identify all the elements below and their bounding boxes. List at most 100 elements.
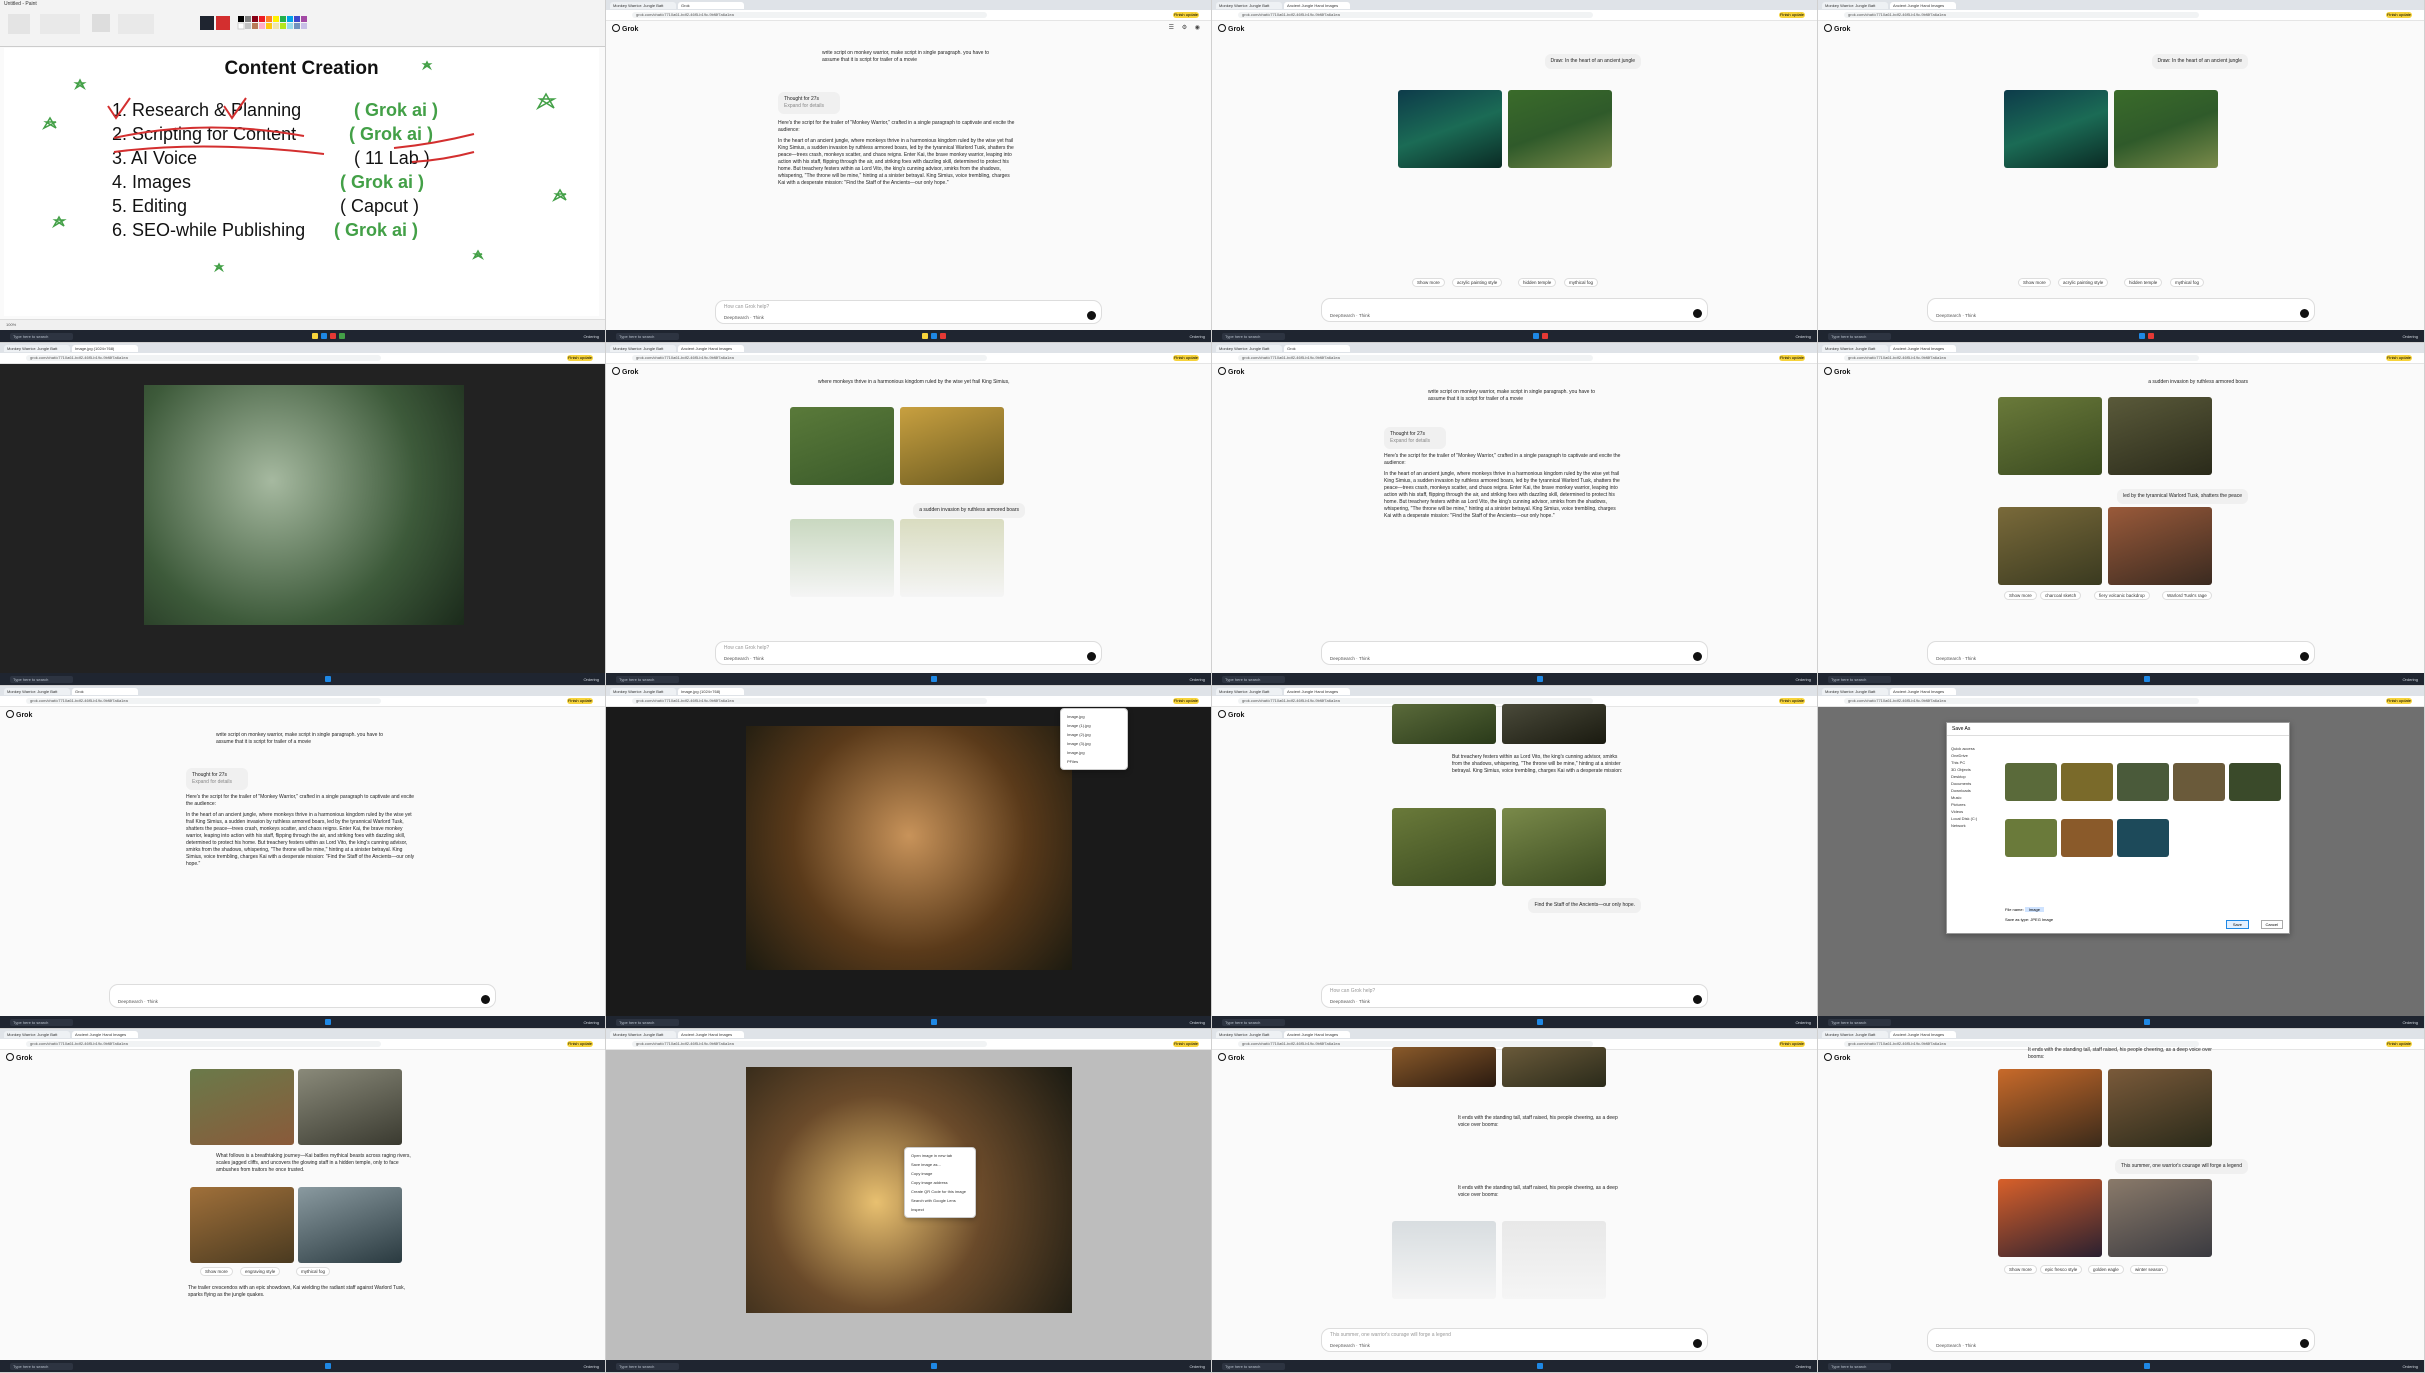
taskbar-apps[interactable]	[325, 1363, 332, 1369]
header-icons[interactable]: ☰ ⚙ ◉	[1169, 24, 1203, 31]
finish-update-button[interactable]: Finish update	[1779, 1041, 1805, 1047]
tab-jungle-images[interactable]: Ancient Jungle Hand Images	[1890, 1, 1956, 9]
edge-icon[interactable]	[2143, 1019, 2150, 1025]
tab-monkey-warrior[interactable]: Monkey Warrior: Jungle Batt	[610, 687, 676, 695]
taskbar-apps[interactable]	[2143, 1363, 2150, 1369]
taskbar-search-input[interactable]: Type here to search	[1828, 1018, 1891, 1026]
chat-input[interactable]: This summer, one warrior's courage will …	[1320, 1328, 1709, 1352]
tab-jungle-images[interactable]: Ancient Jungle Hand Images	[1890, 687, 1956, 695]
suggestion-chip[interactable]: Show more	[2004, 591, 2037, 600]
chat-input[interactable]: How can Grok help? DeepSearch · Think	[714, 300, 1103, 324]
url-input[interactable]: grok.com/chat/c7710a61-bdf2-46f5-b19c-9b…	[26, 355, 381, 361]
taskbar-apps[interactable]	[325, 676, 332, 682]
chat-input[interactable]: How can Grok help? DeepSearch · Think	[714, 641, 1103, 665]
chrome-icon[interactable]	[1541, 333, 1548, 339]
taskbar-search-input[interactable]: Type here to search	[10, 1362, 73, 1370]
generated-image[interactable]	[298, 1069, 402, 1145]
url-input[interactable]: grok.com/chat/c7710a61-bdf2-46f5-b19c-9b…	[1844, 355, 2200, 361]
generated-image[interactable]	[1998, 1179, 2102, 1257]
downloads-menu[interactable]: Image.jpg Image (1).jpg Image (2).jpg Im…	[1060, 708, 1128, 770]
generated-image[interactable]	[1508, 90, 1612, 168]
chrome-icon[interactable]	[940, 333, 947, 339]
generated-image[interactable]	[2114, 90, 2218, 168]
grok-brand[interactable]: Grok	[1824, 367, 1850, 376]
taskbar-search-input[interactable]: Type here to search	[1222, 1018, 1285, 1026]
taskbar-search-input[interactable]: Type here to search	[616, 675, 679, 683]
ctx-copy-address[interactable]: Copy image address	[905, 1178, 975, 1187]
mode-buttons[interactable]: DeepSearch · Think	[1330, 656, 1370, 661]
edge-icon[interactable]	[1537, 676, 1544, 682]
url-input[interactable]: grok.com/chat/c7710a61-bdf2-46f5-b19c-9b…	[632, 698, 987, 704]
suggestion-chip[interactable]: golden eagle	[2088, 1265, 2124, 1274]
suggestion-chip[interactable]: Show more	[2018, 278, 2051, 287]
generated-image[interactable]	[2108, 507, 2212, 585]
tab-monkey-warrior[interactable]: Monkey Warrior: Jungle Batt	[4, 687, 70, 695]
tab-jungle-images[interactable]: Ancient Jungle Hand Images	[1890, 344, 1956, 352]
tab-jungle-images[interactable]: Ancient Jungle Hand Images	[678, 1030, 744, 1038]
tab-image-file[interactable]: Image.jpg (1024×768)	[72, 344, 138, 352]
folder-icon[interactable]	[311, 333, 318, 339]
grok-brand[interactable]: Grok	[1218, 710, 1244, 719]
taskbar-search-input[interactable]: Type here to search	[1222, 332, 1285, 340]
mode-buttons[interactable]: DeepSearch · Think	[724, 315, 764, 320]
finish-update-button[interactable]: Finish update	[1173, 698, 1199, 704]
filename-input[interactable]: Image	[2024, 907, 2044, 912]
generated-image[interactable]	[790, 407, 894, 485]
edge-icon[interactable]	[2143, 1363, 2150, 1369]
tab-monkey-warrior[interactable]: Monkey Warrior: Jungle Batt	[610, 344, 676, 352]
edge-icon[interactable]	[320, 333, 327, 339]
suggestion-chip[interactable]: mythical fog	[2170, 278, 2205, 287]
url-input[interactable]: grok.com/chat/c7710a61-bdf2-46f5-b19c-9b…	[632, 1041, 987, 1047]
thought-toggle[interactable]: Thought for 27s Expand for details	[1384, 427, 1446, 449]
finish-update-button[interactable]: Finish update	[2386, 698, 2412, 704]
taskbar-search-input[interactable]: Type here to search	[10, 1018, 73, 1026]
chat-input[interactable]: DeepSearch · Think	[1320, 298, 1709, 322]
url-input[interactable]: grok.com/chat/c7710a61-bdf2-46f5-b19c-9b…	[1238, 12, 1593, 18]
mode-buttons[interactable]: DeepSearch · Think	[1330, 1343, 1370, 1348]
taskbar-search-input[interactable]: Type here to search	[1222, 675, 1285, 683]
suggestion-chip[interactable]: Show more	[1412, 278, 1445, 287]
taskbar-apps[interactable]	[931, 676, 938, 682]
generated-image[interactable]	[1502, 1047, 1606, 1087]
edge-icon[interactable]	[931, 1019, 938, 1025]
folder-sidebar[interactable]: Quick access OneDrive This PC 3D Objects Des…	[1951, 745, 1999, 829]
ctx-qr-code[interactable]: Create QR Code for this image	[905, 1187, 975, 1196]
tab-monkey-warrior[interactable]: Monkey Warrior: Jungle Batt	[1822, 1030, 1888, 1038]
generated-image[interactable]	[1392, 1047, 1496, 1087]
grok-brand[interactable]: Grok	[1218, 367, 1244, 376]
generated-image[interactable]	[1502, 808, 1606, 886]
generated-image[interactable]	[1392, 704, 1496, 744]
edge-icon[interactable]	[325, 1363, 332, 1369]
file-thumb[interactable]	[2117, 819, 2169, 857]
url-input[interactable]: grok.com/chat/c7710a61-bdf2-46f5-b19c-9b…	[632, 355, 987, 361]
thought-toggle[interactable]: Thought for 27s Expand for details	[186, 768, 248, 790]
cancel-button[interactable]: Cancel	[2260, 920, 2283, 929]
tab-monkey-warrior[interactable]: Monkey Warrior: Jungle Batt	[1216, 687, 1282, 695]
tab-jungle-images[interactable]: Ancient Jungle Hand Images	[1284, 1030, 1350, 1038]
grok-brand[interactable]: Grok	[6, 1053, 32, 1062]
file-thumb[interactable]	[2061, 763, 2113, 801]
tab-grok[interactable]: Grok	[72, 687, 138, 695]
taskbar-apps[interactable]	[931, 1363, 938, 1369]
finish-update-button[interactable]: Finish update	[2386, 1041, 2412, 1047]
send-button[interactable]	[1087, 652, 1097, 661]
paint-canvas[interactable]: Content Creation 1. Research & Planning …	[4, 48, 599, 316]
taskbar-apps[interactable]	[1537, 676, 1544, 682]
chrome-icon[interactable]	[329, 333, 336, 339]
edge-icon[interactable]	[1537, 1363, 1544, 1369]
ctx-open-new-tab[interactable]: Open image in new tab	[905, 1151, 975, 1160]
send-button[interactable]	[1087, 311, 1097, 320]
finish-update-button[interactable]: Finish update	[1779, 698, 1805, 704]
generated-image[interactable]	[2108, 1069, 2212, 1147]
suggestion-chip[interactable]: hidden temple	[2124, 278, 2163, 287]
tab-monkey-warrior[interactable]: Monkey Warrior: Jungle Batt	[1216, 1030, 1282, 1038]
edge-icon[interactable]	[2139, 333, 2146, 339]
generated-image[interactable]	[190, 1069, 294, 1145]
url-input[interactable]: grok.com/chat/c7710a61-bdf2-46f5-b19c-9b…	[1844, 12, 2200, 18]
finish-update-button[interactable]: Finish update	[1779, 12, 1805, 18]
suggestion-chip[interactable]: hidden temple	[1518, 278, 1557, 287]
finish-update-button[interactable]: Finish update	[1173, 1041, 1199, 1047]
file-thumb[interactable]	[2005, 819, 2057, 857]
generated-image[interactable]	[900, 407, 1004, 485]
chrome-icon[interactable]	[2148, 333, 2155, 339]
